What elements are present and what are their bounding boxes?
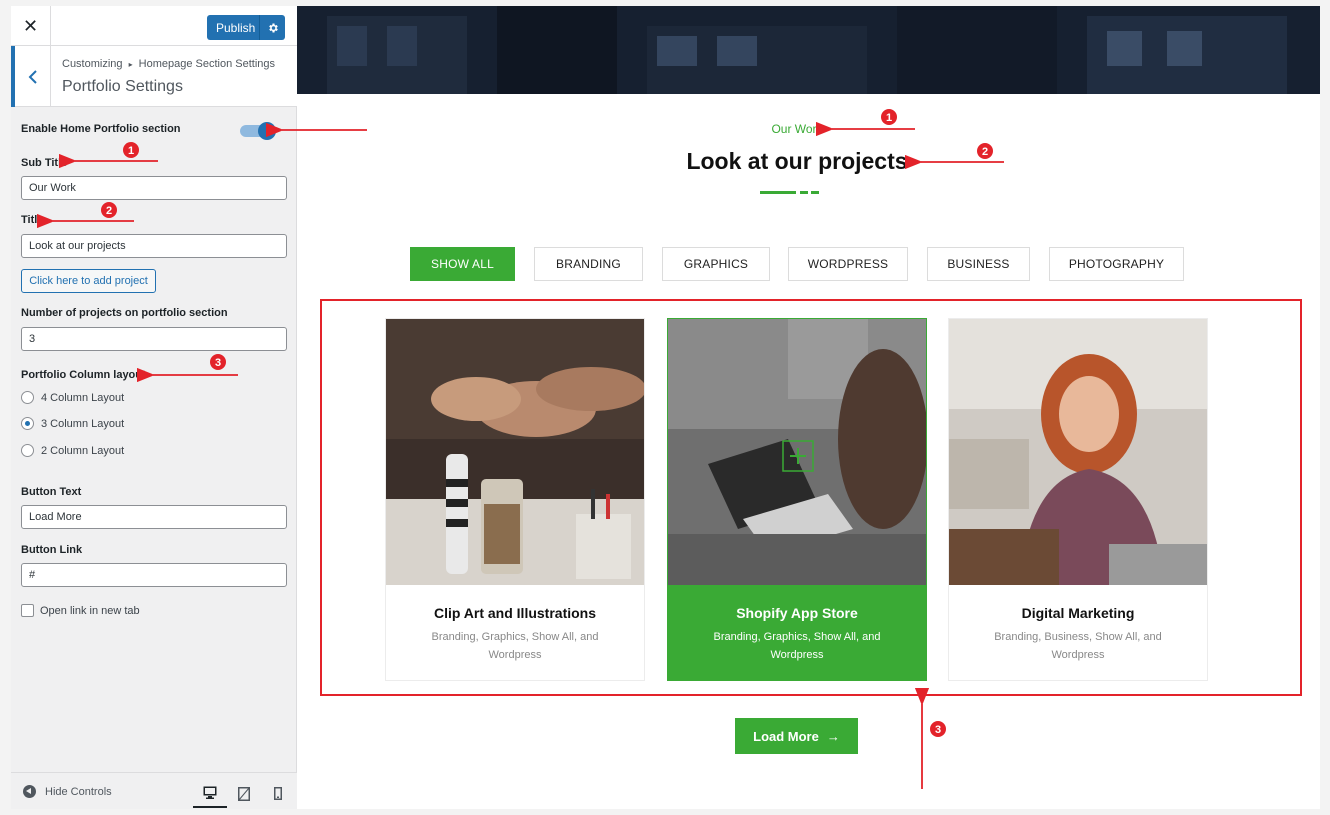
project-title: Clip Art and Illustrations [433, 605, 597, 621]
radio-4-column[interactable]: 4 Column Layout [21, 391, 124, 404]
customizer-window: ✕ Publish Customizing ▸ Homepage Section… [0, 0, 1330, 815]
desktop-preview-button[interactable] [193, 779, 227, 808]
back-button[interactable] [11, 46, 51, 107]
panel-title: Portfolio Settings [62, 78, 183, 95]
button-text-input[interactable]: Load More [21, 505, 287, 529]
radio-circle-selected [21, 417, 34, 430]
title-label: Title [21, 214, 44, 226]
title-divider-dash [811, 191, 819, 194]
mobile-icon [274, 787, 282, 800]
title-input[interactable]: Look at our projects [21, 234, 287, 258]
filter-business[interactable]: BUSINESS [927, 247, 1030, 281]
sidebar-header-bar: ✕ Publish [11, 6, 297, 46]
filter-wordpress[interactable]: WORDPRESS [788, 247, 908, 281]
tablet-icon [238, 786, 250, 801]
desktop-icon [203, 786, 217, 799]
site-preview: Our Work Look at our projects SHOW ALL B… [297, 6, 1320, 809]
gear-icon[interactable] [259, 15, 285, 40]
section-header: Customizing ▸ Homepage Section Settings … [11, 46, 297, 107]
title-divider-dash [800, 191, 808, 194]
portfolio-subtitle: Our Work [771, 122, 823, 136]
enable-portfolio-label: Enable Home Portfolio section [21, 123, 181, 135]
new-tab-label: Open link in new tab [40, 604, 140, 617]
publish-button[interactable]: Publish [207, 15, 285, 40]
publish-label: Publish [216, 20, 256, 35]
toggle-knob [258, 122, 276, 140]
filter-show-all[interactable]: SHOW ALL [410, 247, 515, 281]
project-tags: Branding, Graphics, Show All, and Wordpr… [431, 631, 599, 661]
subtitle-label: Sub Title [21, 157, 68, 169]
project-tags: Branding, Graphics, Show All, and Wordpr… [713, 631, 881, 661]
num-projects-label: Number of projects on portfolio section [21, 307, 228, 319]
close-button[interactable]: ✕ [11, 6, 51, 46]
radio-label: 2 Column Layout [41, 444, 125, 457]
close-icon: ✕ [22, 15, 39, 36]
hide-controls-label: Hide Controls [45, 785, 112, 798]
title-divider [760, 191, 796, 194]
filter-branding[interactable]: BRANDING [534, 247, 643, 281]
filter-graphics[interactable]: GRAPHICS [662, 247, 770, 281]
num-projects-input[interactable]: 3 [21, 327, 287, 351]
button-link-label: Button Link [21, 544, 83, 556]
radio-circle [21, 444, 34, 457]
enable-portfolio-toggle[interactable] [240, 122, 276, 140]
radio-label: 4 Column Layout [41, 391, 125, 404]
button-link-input[interactable]: # [21, 563, 287, 587]
breadcrumb: Customizing ▸ Homepage Section Settings [62, 58, 275, 70]
hide-controls-button[interactable]: Hide Controls [23, 785, 112, 798]
collapse-icon [23, 785, 36, 798]
filter-photography[interactable]: PHOTOGRAPHY [1049, 247, 1184, 281]
radio-circle [21, 391, 34, 404]
project-card[interactable]: Digital Marketing Branding, Business, Sh… [948, 318, 1208, 681]
breadcrumb-section: Homepage Section Settings [138, 58, 276, 70]
project-tags: Branding, Business, Show All, and Wordpr… [994, 631, 1162, 661]
subtitle-input[interactable]: Our Work [21, 176, 287, 200]
project-image [949, 319, 1207, 585]
sidebar-footer: Hide Controls [11, 772, 297, 809]
new-tab-checkbox-row[interactable]: Open link in new tab [21, 604, 140, 617]
button-text-label: Button Text [21, 486, 82, 498]
project-image [386, 319, 644, 585]
project-card[interactable]: Clip Art and Illustrations Branding, Gra… [385, 318, 645, 681]
portfolio-title: Look at our projects [686, 148, 908, 174]
add-project-button[interactable]: Click here to add project [21, 269, 156, 293]
project-title: Digital Marketing [1021, 605, 1135, 621]
radio-2-column[interactable]: 2 Column Layout [21, 444, 124, 457]
tablet-preview-button[interactable] [227, 779, 261, 808]
load-more-button[interactable]: Load More → [735, 718, 858, 754]
new-tab-checkbox[interactable] [21, 604, 34, 617]
hero-image [297, 6, 1320, 94]
arrow-right-icon: → [826, 728, 840, 744]
radio-3-column[interactable]: 3 Column Layout [21, 417, 124, 430]
project-card-hover[interactable]: Shopify App Store Branding, Graphics, Sh… [667, 318, 927, 681]
radio-label: 3 Column Layout [41, 417, 125, 430]
breadcrumb-root: Customizing [62, 58, 123, 70]
customizer-sidebar: ✕ Publish Customizing ▸ Homepage Section… [11, 6, 297, 809]
mobile-preview-button[interactable] [261, 779, 295, 808]
project-title: Shopify App Store [736, 605, 858, 621]
project-image [668, 319, 926, 585]
breadcrumb-separator: ▸ [128, 60, 133, 69]
column-layout-label: Portfolio Column layout [21, 369, 146, 381]
chevron-left-icon [28, 69, 37, 84]
load-more-label: Load More [753, 728, 819, 744]
